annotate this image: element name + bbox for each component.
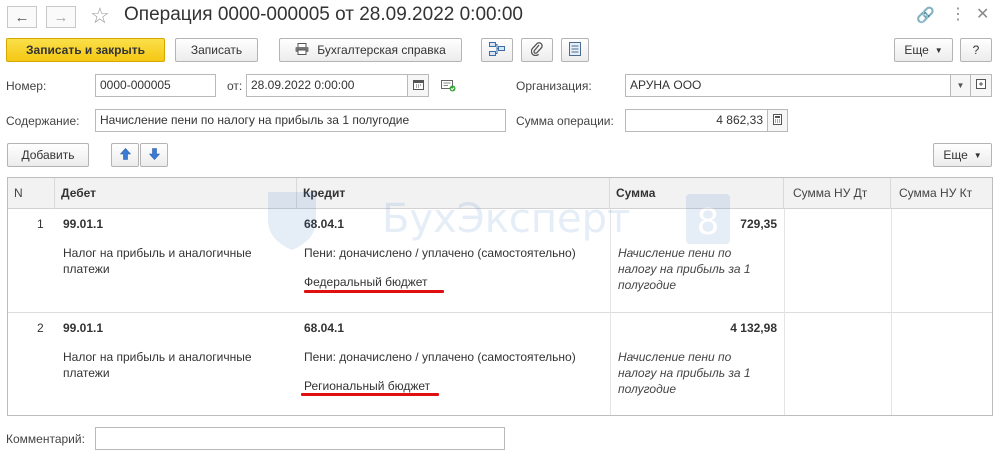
table-row[interactable]: 2 99.01.1 Налог на прибыль и аналогичные…	[8, 313, 992, 415]
column-header-amount[interactable]: Сумма	[610, 178, 784, 209]
list-button[interactable]	[561, 38, 589, 62]
link-icon[interactable]: 🔗	[916, 6, 935, 24]
highlight-underline	[304, 290, 444, 293]
forward-button[interactable]: →	[46, 6, 76, 28]
column-divider	[891, 313, 892, 415]
column-header-debit[interactable]: Дебет	[55, 178, 297, 209]
operation-sum-field[interactable]: 4 862,33	[625, 109, 768, 132]
save-label: Записать	[190, 43, 243, 57]
help-button[interactable]: ?	[960, 38, 992, 62]
printer-icon	[295, 42, 309, 58]
calculator-button[interactable]	[767, 109, 788, 132]
column-divider	[891, 209, 892, 313]
save-button[interactable]: Записать	[175, 38, 258, 62]
entry-content-line-3[interactable]: полугодие	[618, 381, 676, 397]
more-menu-button[interactable]: Еще ▼	[894, 38, 953, 62]
credit-subconto-2[interactable]: Региональный бюджет	[304, 379, 430, 393]
close-icon[interactable]: ✕	[976, 4, 989, 24]
organization-field[interactable]: АРУНА ООО	[625, 74, 951, 97]
column-header-tax-amount-credit[interactable]: Сумма НУ Кт	[891, 178, 992, 209]
operation-sum-label: Сумма операции:	[516, 114, 614, 128]
more-vertical-icon[interactable]: ⋮	[950, 4, 966, 24]
move-up-button[interactable]	[111, 143, 139, 167]
calculator-icon	[773, 113, 782, 128]
save-and-close-button[interactable]: Записать и закрыть	[6, 38, 165, 62]
credit-account[interactable]: 68.04.1	[304, 217, 344, 231]
entry-content-line-2[interactable]: налогу на прибыль за 1	[618, 365, 751, 381]
window-title: Операция 0000-000005 от 28.09.2022 0:00:…	[124, 4, 523, 25]
organization-open-button[interactable]	[970, 74, 992, 97]
attach-button[interactable]	[521, 38, 553, 62]
credit-subconto-1[interactable]: Пени: доначислено / уплачено (самостояте…	[304, 350, 576, 364]
organization-dropdown-button[interactable]: ▼	[950, 74, 971, 97]
table-more-menu-button[interactable]: Еще ▼	[933, 143, 992, 167]
content-label: Содержание:	[6, 114, 80, 128]
credit-subconto-1[interactable]: Пени: доначислено / уплачено (самостояте…	[304, 246, 576, 260]
open-icon	[976, 79, 986, 92]
credit-account[interactable]: 68.04.1	[304, 321, 344, 335]
date-label: от:	[227, 79, 243, 93]
accounting-report-button[interactable]: Бухгалтерская справка	[279, 38, 462, 62]
structure-button[interactable]	[481, 38, 513, 62]
table-header: N Дебет Кредит Сумма Сумма НУ Дт Сумма Н…	[8, 178, 992, 209]
amount[interactable]: 729,35	[610, 217, 777, 231]
more-label: Еще	[904, 43, 929, 57]
date-field[interactable]: 28.09.2022 0:00:00	[246, 74, 408, 97]
chevron-down-icon: ▼	[934, 45, 943, 55]
content-field[interactable]: Начисление пени по налогу на прибыль за …	[95, 109, 506, 132]
accounting-report-label: Бухгалтерская справка	[317, 43, 446, 57]
number-label: Номер:	[6, 79, 47, 93]
help-label: ?	[972, 43, 980, 57]
add-row-label: Добавить	[21, 148, 75, 162]
save-and-close-label: Записать и закрыть	[26, 43, 145, 57]
column-header-tax-amount-debit[interactable]: Сумма НУ Дт	[784, 178, 891, 209]
organization-label: Организация:	[516, 79, 592, 93]
column-header-credit[interactable]: Кредит	[297, 178, 610, 209]
entry-content-line-1[interactable]: Начисление пени по	[618, 349, 731, 365]
debit-subconto-line-1[interactable]: Налог на прибыль и аналогичные	[63, 246, 252, 260]
column-header-n[interactable]: N	[8, 178, 55, 209]
table-more-label: Еще	[943, 148, 968, 162]
arrow-left-icon: ←	[14, 8, 30, 26]
entry-content-line-1[interactable]: Начисление пени по	[618, 245, 731, 261]
debit-account[interactable]: 99.01.1	[63, 217, 103, 231]
paperclip-icon	[530, 41, 543, 59]
debit-account[interactable]: 99.01.1	[63, 321, 103, 335]
column-divider	[784, 209, 785, 313]
comment-field[interactable]	[95, 427, 505, 450]
debit-subconto-line-2[interactable]: платежи	[63, 262, 110, 276]
amount[interactable]: 4 132,98	[610, 321, 777, 335]
arrow-down-icon	[148, 147, 160, 163]
back-button[interactable]: ←	[7, 6, 37, 28]
chevron-down-icon: ▼	[973, 150, 982, 160]
calendar-button[interactable]	[407, 74, 429, 97]
arrow-up-icon	[119, 147, 131, 163]
add-row-button[interactable]: Добавить	[7, 143, 89, 167]
row-number: 2	[37, 321, 44, 335]
entry-content-line-3[interactable]: полугодие	[618, 277, 676, 293]
calendar-icon	[412, 79, 424, 93]
table-row[interactable]: 1 99.01.1 Налог на прибыль и аналогичные…	[8, 209, 992, 313]
move-down-button[interactable]	[140, 143, 168, 167]
comment-label: Комментарий:	[6, 432, 85, 446]
row-number: 1	[37, 217, 44, 231]
structure-icon	[489, 41, 505, 59]
debit-subconto-line-1[interactable]: Налог на прибыль и аналогичные	[63, 350, 252, 364]
credit-subconto-2[interactable]: Федеральный бюджет	[304, 275, 428, 289]
list-icon	[569, 41, 581, 59]
chevron-down-icon: ▼	[956, 81, 965, 90]
number-field[interactable]: 0000-000005	[95, 74, 216, 97]
arrow-right-icon: →	[53, 8, 69, 26]
highlight-underline	[301, 393, 439, 396]
star-icon[interactable]: ☆	[90, 3, 110, 29]
column-divider	[784, 313, 785, 415]
entry-content-line-2[interactable]: налогу на прибыль за 1	[618, 261, 751, 277]
posted-status-icon[interactable]	[441, 79, 456, 95]
debit-subconto-line-2[interactable]: платежи	[63, 366, 110, 380]
entries-table: N Дебет Кредит Сумма Сумма НУ Дт Сумма Н…	[7, 177, 993, 416]
